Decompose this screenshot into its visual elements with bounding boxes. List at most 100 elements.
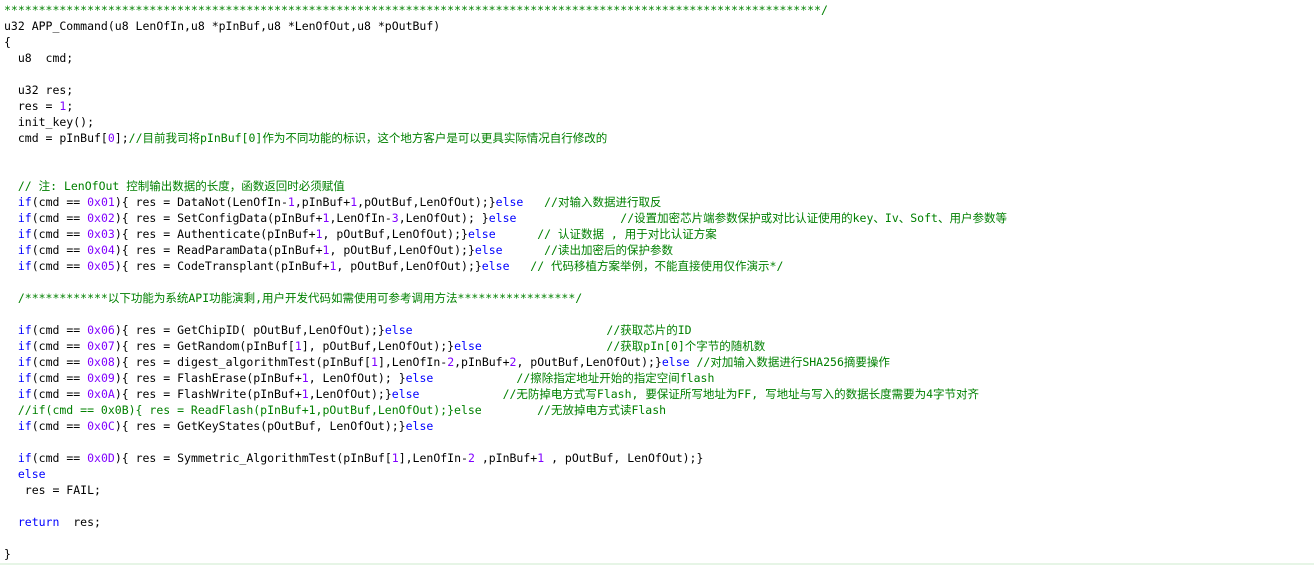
code-token: 0x09: [87, 371, 115, 385]
code-token: res;: [59, 515, 101, 529]
code-token: 1: [371, 355, 378, 369]
code-line: if(cmd == 0x03){ res = Authenticate(pInB…: [4, 226, 717, 242]
code-token: ****************************************…: [4, 3, 828, 17]
code-line: if(cmd == 0x08){ res = digest_algorithmT…: [4, 354, 890, 370]
code-token: {: [4, 35, 11, 49]
code-token: /************以下功能为系统API功能演剩,用户开发代码如需使用可参…: [4, 291, 583, 305]
code-line: if(cmd == 0x05){ res = CodeTransplant(pI…: [4, 258, 784, 274]
code-token: 1: [301, 371, 309, 385]
code-token: (cmd ==: [31, 243, 88, 257]
code-token: if: [17, 259, 32, 273]
code-token: ,LenOfOut); }: [398, 211, 489, 225]
code-token: , pOutBuf,LenOfOut);}: [336, 259, 482, 273]
code-token: ,LenOfOut);}: [308, 387, 392, 401]
code-token: ], pOutBuf,LenOfOut);}: [301, 339, 455, 353]
code-token: 0: [107, 131, 115, 145]
code-token: if: [17, 323, 32, 337]
code-token: , pOutBuf,LenOfOut);}: [329, 243, 475, 257]
code-token: else: [384, 323, 413, 337]
code-token: //擦除指定地址开始的指定空间flash: [433, 371, 715, 385]
code-token: 1: [301, 387, 309, 401]
code-line: {: [4, 34, 11, 50]
code-token: res = FAIL;: [4, 483, 101, 497]
code-token: ,pOutBuf,LenOfOut);}: [357, 195, 496, 209]
code-token: 1: [294, 339, 302, 353]
code-editor[interactable]: ****************************************…: [0, 0, 1314, 565]
code-token: (cmd ==: [31, 419, 88, 433]
code-token: // 注: LenOfOut 控制输出数据的长度，函数返回时必须赋值: [4, 179, 345, 193]
code-token: (cmd ==: [31, 355, 88, 369]
code-token: (cmd ==: [31, 323, 88, 337]
code-token: ){ res = DataNot(LenOfIn-: [114, 195, 288, 209]
code-line: if(cmd == 0x06){ res = GetChipID( pOutBu…: [4, 322, 692, 338]
code-token: 0x0D: [87, 451, 115, 465]
code-token: 0x07: [87, 339, 115, 353]
code-token: 0x02: [87, 211, 115, 225]
code-token: ){ res = digest_algorithmTest(pInBuf[: [114, 355, 371, 369]
code-token: 0x05: [87, 259, 115, 273]
code-token: init_key();: [4, 115, 95, 129]
code-token: //读出加密后的保护参数: [502, 243, 673, 257]
code-token: ,LenOfIn-: [329, 211, 392, 225]
code-token: //无防掉电方式写Flash, 要保证所写地址为FF, 写地址与写入的数据长度需…: [419, 387, 979, 401]
code-token: if: [17, 211, 32, 225]
code-token: ){ res = Symmetric_AlgorithmTest(pInBuf[: [114, 451, 392, 465]
code-line: return res;: [4, 514, 101, 530]
code-token: 0x06: [87, 323, 115, 337]
code-token: ){ res = FlashWrite(pInBuf+: [114, 387, 302, 401]
code-token: // 认证数据 , 用于对比认证方案: [495, 227, 717, 241]
code-line: u32 res;: [4, 82, 73, 98]
code-line: u8 cmd;: [4, 50, 73, 66]
code-token: (cmd ==: [31, 227, 88, 241]
code-token: //设置加密芯片端参数保护或对比认证使用的key、Iv、Soft、用户参数等: [516, 211, 1007, 225]
code-token: ){ res = GetKeyStates(pOutBuf, LenOfOut)…: [114, 419, 406, 433]
code-line: ****************************************…: [4, 2, 828, 18]
code-token: 0x08: [87, 355, 115, 369]
code-token: 0x03: [87, 227, 115, 241]
code-token: if: [17, 371, 32, 385]
code-line: // 注: LenOfOut 控制输出数据的长度，函数返回时必须赋值: [4, 178, 345, 194]
code-token: ){ res = SetConfigData(pInBuf+: [114, 211, 323, 225]
code-line: //if(cmd == 0x0B){ res = ReadFlash(pInBu…: [4, 402, 666, 418]
code-token: (cmd ==: [31, 387, 88, 401]
code-line: u32 APP_Command(u8 LenOfIn,u8 *pInBuf,u8…: [4, 18, 440, 34]
code-token: else: [481, 259, 510, 273]
code-token: 0x01: [87, 195, 115, 209]
code-token: // 代码移植方案举例，不能直接使用仅作演示*/: [509, 259, 784, 273]
code-token: , pOutBuf,LenOfOut);}: [322, 227, 468, 241]
code-line: if(cmd == 0x07){ res = GetRandom(pInBuf[…: [4, 338, 765, 354]
code-line: if(cmd == 0x09){ res = FlashErase(pInBuf…: [4, 370, 715, 386]
code-token: if: [17, 195, 32, 209]
code-token: if: [17, 451, 32, 465]
code-token: , pOutBuf, LenOfOut);}: [544, 451, 704, 465]
code-line: }: [4, 546, 11, 562]
code-line: if(cmd == 0x0C){ res = GetKeyStates(pOut…: [4, 418, 433, 434]
code-token: u32 res;: [4, 83, 74, 97]
code-token: 1: [287, 195, 295, 209]
code-token: cmd = pInBuf[: [4, 131, 108, 145]
code-token: res =: [4, 99, 60, 113]
code-line: /************以下功能为系统API功能演剩,用户开发代码如需使用可参…: [4, 290, 582, 306]
code-token: else: [454, 339, 482, 353]
code-token: 3: [391, 211, 399, 225]
code-token: ,pInBuf+: [474, 451, 538, 465]
code-token: }: [4, 547, 11, 561]
code-token: (cmd ==: [31, 339, 88, 353]
code-token: 0x04: [87, 243, 115, 257]
code-line: else: [4, 466, 46, 482]
code-token: 1: [391, 451, 399, 465]
code-token: else: [661, 355, 690, 369]
code-token: //获取pIn[0]个字节的随机数: [481, 339, 766, 353]
code-token: (cmd ==: [31, 451, 88, 465]
code-token: //目前我司将pInBuf[0]作为不同功能的标识，这个地方客户是可以更具实际情…: [128, 131, 608, 145]
code-token: u32 APP_Command(u8 LenOfIn,u8 *pInBuf,u8…: [4, 19, 441, 33]
